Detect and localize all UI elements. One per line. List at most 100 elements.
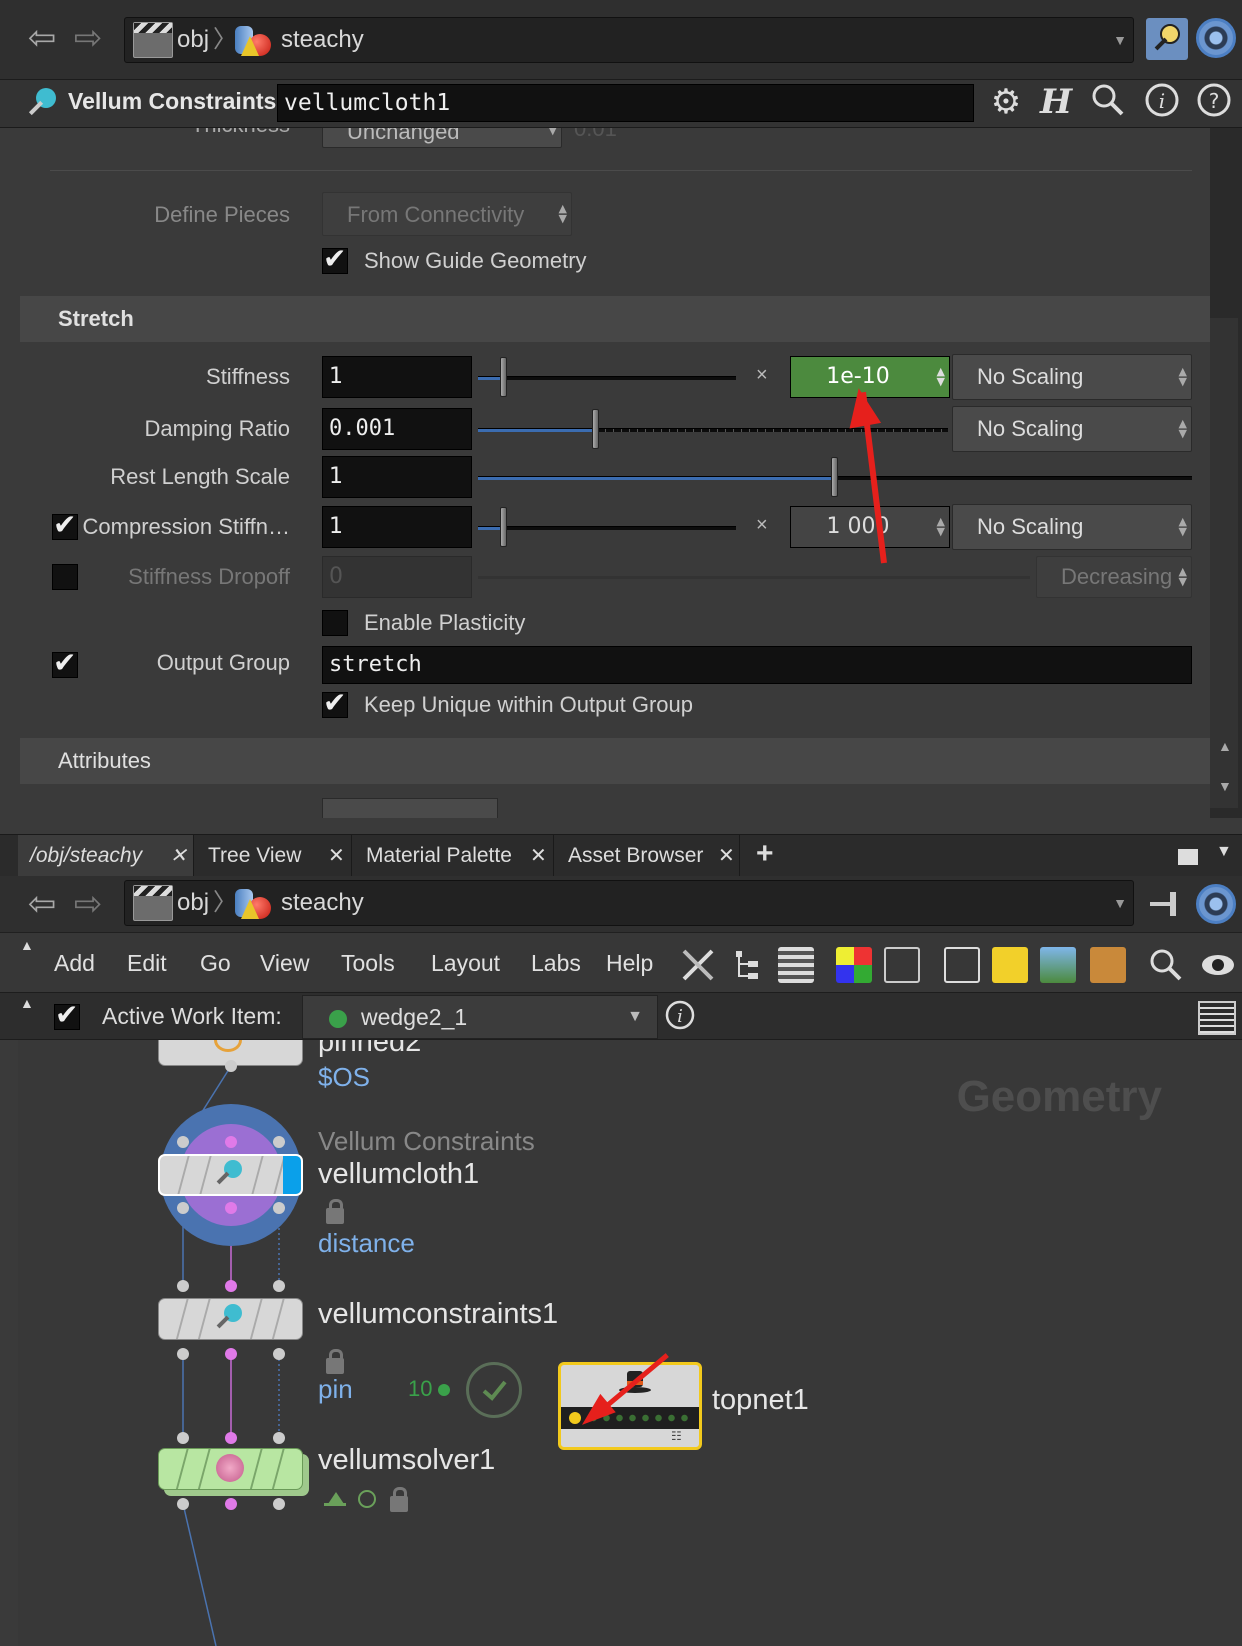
node-name-vellumcloth1[interactable]: vellumcloth1 bbox=[318, 1158, 479, 1191]
collapse-icon[interactable]: ▲ bbox=[20, 995, 34, 1011]
output-connector[interactable] bbox=[273, 1348, 285, 1360]
add-tab-button[interactable]: + bbox=[756, 837, 774, 871]
dropoff-field[interactable]: 0 bbox=[322, 556, 472, 598]
network-box-icon[interactable] bbox=[944, 947, 980, 983]
pin-pane-icon[interactable] bbox=[1150, 890, 1186, 918]
output-connector[interactable] bbox=[225, 1202, 237, 1214]
node-name-vellumconstraints1[interactable]: vellumconstraints1 bbox=[318, 1298, 558, 1331]
crumb-steachy[interactable]: steachy bbox=[281, 881, 364, 925]
info-icon[interactable]: i bbox=[1142, 82, 1182, 122]
tree-icon[interactable] bbox=[730, 947, 766, 983]
damping-field[interactable]: 0.001 bbox=[322, 408, 472, 450]
path-field[interactable]: obj 〉 steachy ▼ bbox=[124, 880, 1134, 926]
lock-icon[interactable] bbox=[390, 1487, 408, 1512]
compression-checkbox[interactable]: ✔ bbox=[52, 508, 78, 541]
damping-slider[interactable] bbox=[478, 409, 948, 449]
sticky-note-icon[interactable] bbox=[992, 947, 1028, 983]
tab-asset-browser[interactable]: Asset Browser ✕ bbox=[556, 835, 740, 877]
output-group-field[interactable]: stretch bbox=[322, 646, 1192, 684]
link-ring-icon[interactable] bbox=[1196, 18, 1236, 58]
slider-knob[interactable] bbox=[500, 357, 507, 397]
menu-help[interactable]: Help bbox=[606, 933, 653, 993]
stiffness-field[interactable]: 1 bbox=[322, 356, 472, 398]
stiffness-slider[interactable] bbox=[478, 357, 736, 397]
output-connector[interactable] bbox=[225, 1060, 237, 1072]
menu-go[interactable]: Go bbox=[200, 933, 231, 993]
scroll-thumb[interactable] bbox=[1210, 318, 1238, 808]
parameter-scrollbar[interactable]: ▲ ▼ bbox=[1210, 128, 1242, 818]
output-connector[interactable] bbox=[273, 1498, 285, 1510]
box-icon[interactable] bbox=[1090, 947, 1126, 983]
dropoff-checkbox[interactable] bbox=[52, 564, 78, 590]
work-item-dropdown[interactable]: wedge2_1 ▼ bbox=[302, 995, 658, 1039]
node-name-topnet1[interactable]: topnet1 bbox=[712, 1384, 809, 1417]
input-connector[interactable] bbox=[225, 1432, 237, 1444]
menu-view[interactable]: View bbox=[260, 933, 309, 993]
slider-knob[interactable] bbox=[592, 409, 599, 449]
back-arrow-icon[interactable]: ⇦ bbox=[22, 18, 62, 58]
show-guide-checkbox[interactable]: ✔ bbox=[322, 242, 348, 275]
eye-icon[interactable] bbox=[1200, 947, 1236, 983]
network-view[interactable]: Geometry pinned2 $OS Vellum Constraints … bbox=[18, 1040, 1242, 1646]
image-add-icon[interactable] bbox=[1040, 947, 1076, 983]
dropoff-slider[interactable] bbox=[478, 576, 1030, 579]
menu-tools[interactable]: Tools bbox=[341, 933, 395, 993]
output-connector[interactable] bbox=[273, 1202, 285, 1214]
pane-menu-icon[interactable]: ▼ bbox=[1216, 843, 1232, 861]
list-icon[interactable] bbox=[778, 947, 814, 983]
close-icon[interactable]: ✕ bbox=[328, 835, 345, 877]
crumb-steachy[interactable]: steachy bbox=[281, 18, 364, 62]
input-connector[interactable] bbox=[177, 1136, 189, 1148]
rest-length-field[interactable]: 1 bbox=[322, 456, 472, 498]
input-connector[interactable] bbox=[273, 1280, 285, 1292]
close-icon[interactable]: ✕ bbox=[718, 835, 735, 877]
attributes-section-header[interactable]: Attributes bbox=[20, 738, 1210, 784]
wrench-icon[interactable] bbox=[680, 947, 716, 983]
attributes-menu[interactable] bbox=[322, 798, 498, 818]
compression-multiplier-field[interactable]: 1 000 ▲ ▼ bbox=[790, 506, 950, 548]
back-arrow-icon[interactable]: ⇦ bbox=[22, 884, 62, 924]
define-pieces-menu[interactable]: From Connectivity ▲ ▼ bbox=[322, 192, 572, 236]
menu-layout[interactable]: Layout bbox=[431, 933, 500, 993]
houdini-h-icon[interactable]: H bbox=[1036, 82, 1076, 122]
stiffness-scaling-menu[interactable]: No Scaling ▲ ▼ bbox=[952, 354, 1192, 400]
menu-labs[interactable]: Labs bbox=[531, 933, 581, 993]
crumb-obj[interactable]: obj bbox=[177, 881, 209, 925]
compression-slider[interactable] bbox=[478, 507, 736, 547]
output-connector[interactable] bbox=[225, 1498, 237, 1510]
node-name-field[interactable]: vellumcloth1 bbox=[277, 84, 974, 122]
plasticity-checkbox[interactable] bbox=[322, 610, 348, 636]
color-grid-icon[interactable] bbox=[836, 947, 872, 983]
output-connector[interactable] bbox=[177, 1202, 189, 1214]
path-field[interactable]: obj 〉 steachy ▼ bbox=[124, 17, 1134, 63]
display-flag[interactable] bbox=[283, 1156, 301, 1194]
input-connector[interactable] bbox=[225, 1280, 237, 1292]
damping-scaling-menu[interactable]: No Scaling ▲ ▼ bbox=[952, 406, 1192, 452]
compression-scaling-menu[interactable]: No Scaling ▲ ▼ bbox=[952, 504, 1192, 550]
close-icon[interactable]: ✕ bbox=[530, 835, 547, 877]
cook-complete-icon[interactable] bbox=[466, 1362, 522, 1418]
search-icon[interactable] bbox=[1148, 947, 1184, 983]
pin-toggle-icon[interactable] bbox=[1146, 18, 1188, 60]
work-item-checkbox[interactable]: ✔ bbox=[54, 998, 80, 1031]
compression-field[interactable]: 1 bbox=[322, 506, 472, 548]
input-connector[interactable] bbox=[177, 1432, 189, 1444]
stretch-section-header[interactable]: Stretch bbox=[20, 296, 1210, 342]
forward-arrow-icon[interactable]: ⇨ bbox=[68, 18, 108, 58]
lock-icon[interactable] bbox=[326, 1349, 344, 1374]
keep-unique-checkbox[interactable]: ✔ bbox=[322, 686, 348, 719]
search-icon[interactable] bbox=[1088, 82, 1128, 122]
output-connector[interactable] bbox=[177, 1348, 189, 1360]
help-icon[interactable]: ? bbox=[1194, 82, 1234, 122]
close-icon[interactable]: ✕ bbox=[170, 835, 187, 877]
maximize-icon[interactable] bbox=[1178, 849, 1198, 865]
info-icon[interactable]: i bbox=[664, 999, 696, 1036]
lock-icon[interactable] bbox=[326, 1199, 344, 1224]
menu-edit[interactable]: Edit bbox=[127, 933, 167, 993]
tab-material-palette[interactable]: Material Palette ✕ bbox=[354, 835, 554, 877]
slider-knob[interactable] bbox=[500, 507, 507, 547]
thickness-menu[interactable]: Unchanged ▼ bbox=[322, 128, 562, 148]
tab-network[interactable]: /obj/steachy ✕ bbox=[18, 835, 194, 877]
input-connector[interactable] bbox=[273, 1432, 285, 1444]
path-dropdown-icon[interactable]: ▼ bbox=[1113, 895, 1127, 911]
